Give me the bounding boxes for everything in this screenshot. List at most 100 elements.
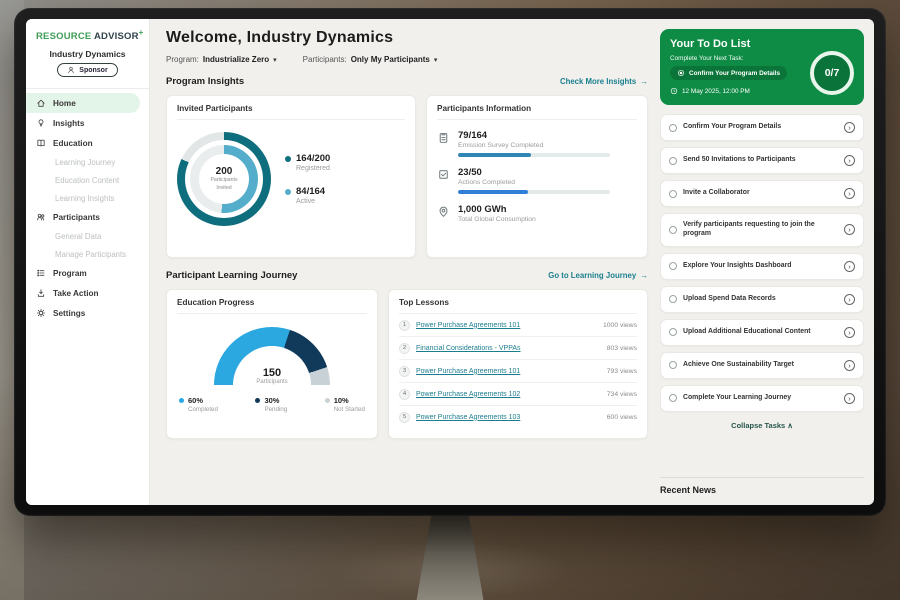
lesson-link[interactable]: Power Purchase Agreements 103 <box>416 414 601 421</box>
go-to-learning-journey-link[interactable]: Go to Learning Journey → <box>548 271 648 280</box>
task-label: Achieve One Sustainability Target <box>683 361 838 370</box>
chevron-right-icon[interactable]: › <box>844 327 855 338</box>
task-item-explore-insights[interactable]: Explore Your Insights Dashboard › <box>660 253 864 280</box>
filter-bar: Program: Industrialize Zero ▾ Participan… <box>166 55 648 64</box>
sidebar-item-program[interactable]: Program <box>26 263 149 283</box>
invited-participants-card: Invited Participants 200 Participants In… <box>166 95 416 258</box>
chevron-right-icon[interactable]: › <box>844 294 855 305</box>
program-insights-header: Program Insights Check More Insights → <box>166 76 648 87</box>
metric-value: 23/50 <box>458 167 610 178</box>
sidebar-item-education[interactable]: Education <box>26 133 149 153</box>
legend-value: 84/164 <box>296 186 325 197</box>
progress-fill <box>458 190 528 194</box>
org-block: Industry Dynamics Sponsor <box>26 49 149 79</box>
task-item-complete-learning-journey[interactable]: Complete Your Learning Journey › <box>660 385 864 412</box>
chevron-down-icon: ▾ <box>434 56 438 64</box>
lesson-rank: 4 <box>399 389 410 400</box>
checkbox-icon[interactable] <box>669 328 677 336</box>
sidebar-item-general-data[interactable]: General Data <box>26 227 149 245</box>
lesson-row: 3 Power Purchase Agreements 101 793 view… <box>399 360 637 383</box>
lesson-link[interactable]: Financial Considerations - VPPAs <box>416 345 601 352</box>
card-title: Participants Information <box>437 104 637 120</box>
chevron-right-icon[interactable]: › <box>844 261 855 272</box>
sidebar-item-insights[interactable]: Insights <box>26 113 149 133</box>
checkbox-icon[interactable] <box>669 190 677 198</box>
education-progress-card: Education Progress 150 Participants <box>166 289 378 439</box>
task-item-confirm-program[interactable]: Confirm Your Program Details › <box>660 114 864 141</box>
next-task-pill[interactable]: Confirm Your Program Details <box>670 66 787 80</box>
progress-track <box>458 190 610 194</box>
chevron-right-icon[interactable]: › <box>844 360 855 371</box>
checkbox-icon[interactable] <box>669 394 677 402</box>
check-square-icon <box>437 168 450 181</box>
checkbox-icon[interactable] <box>669 262 677 270</box>
sidebar: RESOURCE ADVISOR+ Industry Dynamics Spon… <box>26 19 150 505</box>
task-item-upload-educational-content[interactable]: Upload Additional Educational Content › <box>660 319 864 346</box>
sidebar-item-learning-insights[interactable]: Learning Insights <box>26 189 149 207</box>
lightbulb-icon <box>36 118 46 128</box>
todo-progress-value: 0/7 <box>825 67 840 79</box>
card-title: Top Lessons <box>399 298 637 314</box>
chevron-right-icon[interactable]: › <box>844 188 855 199</box>
task-item-send-invitations[interactable]: Send 50 Invitations to Participants › <box>660 147 864 174</box>
sidebar-item-label: Education <box>53 139 93 148</box>
clock-icon <box>670 87 678 95</box>
legend-label: Completed <box>188 406 218 413</box>
collapse-label: Collapse Tasks <box>731 421 785 430</box>
lesson-row: 2 Financial Considerations - VPPAs 803 v… <box>399 337 637 360</box>
legend-item-active: 84/164 Active <box>285 186 330 205</box>
chevron-right-icon[interactable]: › <box>844 155 855 166</box>
sidebar-item-home[interactable]: Home <box>26 93 140 113</box>
participants-filter-dropdown[interactable]: Participants: Only My Participants ▾ <box>303 55 438 64</box>
gauge-center: 150 Participants <box>214 367 330 385</box>
logo-part-resource: RESOURCE <box>36 31 91 42</box>
learning-journey-header: Participant Learning Journey Go to Learn… <box>166 270 648 281</box>
task-item-achieve-target[interactable]: Achieve One Sustainability Target › <box>660 352 864 379</box>
sidebar-item-manage-participants[interactable]: Manage Participants <box>26 245 149 263</box>
sidebar-item-participants[interactable]: Participants <box>26 207 149 227</box>
dashboard-screen: RESOURCE ADVISOR+ Industry Dynamics Spon… <box>26 19 874 505</box>
sidebar-item-label: Participants <box>53 213 100 222</box>
task-item-upload-spend-data[interactable]: Upload Spend Data Records › <box>660 286 864 313</box>
legend-item-not-started: 10% Not Started <box>325 396 365 413</box>
todo-panel: Your To Do List Complete Your Next Task:… <box>660 19 874 505</box>
checkbox-icon[interactable] <box>669 226 677 234</box>
task-item-invite-collaborator[interactable]: Invite a Collaborator › <box>660 180 864 207</box>
progress-track <box>458 153 610 157</box>
program-filter-dropdown[interactable]: Program: Industrialize Zero ▾ <box>166 55 277 64</box>
legend-dot-pending <box>255 398 260 403</box>
chevron-right-icon[interactable]: › <box>844 393 855 404</box>
chevron-right-icon[interactable]: › <box>844 122 855 133</box>
chevron-right-icon[interactable]: › <box>844 224 855 235</box>
task-label: Explore Your Insights Dashboard <box>683 262 838 271</box>
checkbox-icon[interactable] <box>669 124 677 132</box>
metric-value: 1,000 GWh <box>458 204 536 215</box>
program-filter-value: Industrialize Zero <box>203 55 269 64</box>
lesson-link[interactable]: Power Purchase Agreements 101 <box>416 322 597 329</box>
metric-actions-completed: 23/50 Actions Completed <box>437 167 637 194</box>
todo-summary-card: Your To Do List Complete Your Next Task:… <box>660 29 864 105</box>
legend-dot-registered <box>285 156 291 162</box>
program-filter-label: Program: <box>166 55 199 64</box>
checkbox-icon[interactable] <box>669 361 677 369</box>
home-icon <box>36 98 46 108</box>
donut-center: 200 Participants Invited <box>199 154 249 204</box>
lesson-views: 734 views <box>607 391 637 398</box>
checkbox-icon[interactable] <box>669 157 677 165</box>
lesson-link[interactable]: Power Purchase Agreements 101 <box>416 368 601 375</box>
sidebar-item-learning-journey[interactable]: Learning Journey <box>26 153 149 171</box>
sidebar-item-settings[interactable]: Settings <box>26 303 149 323</box>
sidebar-item-label: Home <box>53 99 76 108</box>
checkbox-icon[interactable] <box>669 295 677 303</box>
sidebar-item-take-action[interactable]: Take Action <box>26 283 149 303</box>
collapse-tasks-button[interactable]: Collapse Tasks ∧ <box>660 418 864 432</box>
lesson-link[interactable]: Power Purchase Agreements 102 <box>416 391 601 398</box>
lesson-rank: 5 <box>399 412 410 423</box>
section-title: Program Insights <box>166 76 244 87</box>
sidebar-item-education-content[interactable]: Education Content <box>26 171 149 189</box>
org-name: Industry Dynamics <box>26 49 149 59</box>
task-item-verify-participants[interactable]: Verify participants requesting to join t… <box>660 213 864 247</box>
task-label: Upload Additional Educational Content <box>683 328 838 337</box>
check-more-insights-link[interactable]: Check More Insights → <box>560 77 648 86</box>
legend-dot-completed <box>179 398 184 403</box>
